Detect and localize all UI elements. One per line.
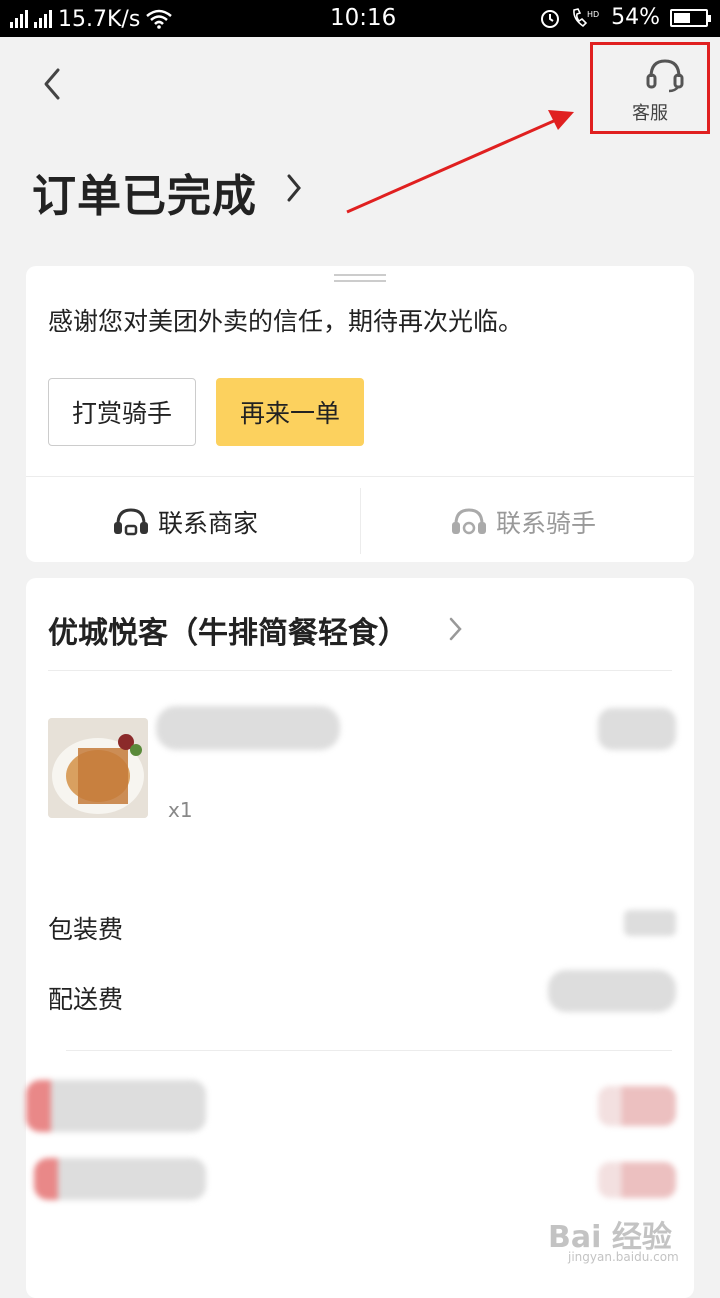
chevron-right-icon[interactable]: [448, 616, 464, 642]
discount-row-blurred: [34, 1158, 206, 1200]
shop-name[interactable]: 优城悦客（牛排简餐轻食）: [48, 608, 408, 652]
hd-call-icon: HD: [573, 7, 599, 27]
divider: [48, 670, 672, 671]
contact-rider-label: 联系骑手: [496, 509, 597, 538]
packing-fee-value-blurred: [624, 910, 676, 936]
divider: [26, 476, 694, 477]
signal-2g-icon: [34, 10, 52, 28]
network-speed: 15.7K/s: [58, 6, 141, 32]
item-price-blurred: [598, 708, 676, 750]
status-right: HD 54%: [539, 5, 711, 30]
item-name-blurred: [156, 706, 340, 750]
signal-4g-icon: [10, 10, 28, 28]
rider-chat-icon: [452, 508, 486, 535]
shop-order-card: 优城悦客（牛排简餐轻食） x1 包装费 配送费: [26, 578, 694, 1298]
merchant-chat-icon: [114, 508, 148, 536]
packing-fee-label: 包装费: [48, 915, 124, 944]
divider: [66, 1050, 672, 1051]
contact-merchant-button[interactable]: 联系商家: [112, 492, 258, 552]
headset-icon: [646, 59, 684, 93]
delivery-fee-label: 配送费: [48, 985, 124, 1014]
back-arrow-icon: [44, 68, 60, 100]
customer-service-button[interactable]: 客服: [590, 42, 710, 134]
clock: 10:16: [330, 5, 397, 31]
service-label: 客服: [632, 103, 668, 124]
order-status-title[interactable]: 订单已完成: [32, 160, 257, 224]
wifi-icon: [146, 9, 173, 29]
hd-label: HD: [587, 10, 599, 19]
status-left: 15.7K/s: [10, 4, 173, 34]
food-image: [48, 718, 148, 818]
battery-fill: [674, 12, 690, 23]
battery-icon: [670, 8, 711, 27]
thanks-message: 感谢您对美团外卖的信任，期待再次光临。: [48, 307, 524, 336]
discount-value-blurred: [598, 1086, 676, 1126]
discount-row-blurred: [26, 1080, 206, 1132]
back-button[interactable]: [36, 64, 72, 104]
watermark-url: jingyan.baidu.com: [568, 1250, 679, 1264]
battery-percent: 54%: [611, 5, 660, 30]
divider-vertical: [360, 488, 361, 554]
chevron-right-icon[interactable]: [284, 172, 304, 204]
drag-handle[interactable]: [334, 274, 386, 282]
order-status-card: 感谢您对美团外卖的信任，期待再次光临。 打赏骑手 再来一单 联系商家 联系骑手: [26, 266, 694, 562]
alarm-icon: [541, 9, 560, 28]
contact-merchant-label: 联系商家: [158, 509, 259, 538]
item-quantity: x1: [168, 798, 193, 822]
reorder-button[interactable]: 再来一单: [216, 378, 364, 446]
discount-value-blurred: [598, 1162, 676, 1198]
status-bar: 15.7K/s 10:16 HD 54%: [0, 0, 720, 37]
tip-rider-button[interactable]: 打赏骑手: [48, 378, 196, 446]
contact-rider-button[interactable]: 联系骑手: [450, 492, 596, 552]
delivery-fee-value-blurred: [548, 970, 676, 1012]
